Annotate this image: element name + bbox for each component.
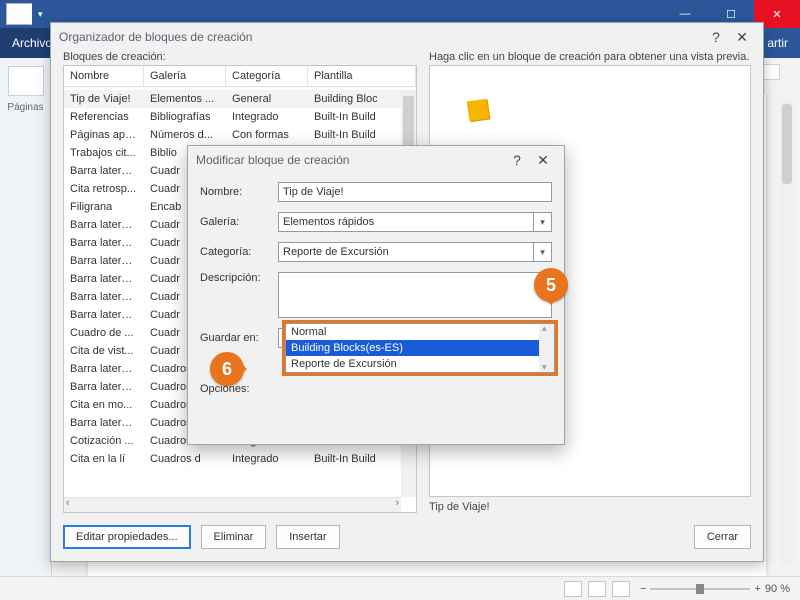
callout-6: 6 <box>210 352 244 386</box>
zoom-slider[interactable] <box>650 588 750 590</box>
gallery-select[interactable]: Elementos rápidos▾ <box>278 212 552 232</box>
status-bar: − + 90 % <box>0 576 800 600</box>
chevron-down-icon[interactable]: ▾ <box>533 243 551 261</box>
chevron-down-icon[interactable]: ▾ <box>533 213 551 231</box>
preview-label: Haga clic en un bloque de creación para … <box>429 51 751 63</box>
description-input[interactable] <box>278 272 552 318</box>
qat-chevron-icon[interactable]: ▾ <box>38 9 43 20</box>
dropdown-option[interactable]: Building Blocks(es-ES) <box>286 340 554 356</box>
zoom-out-button[interactable]: − <box>640 583 646 595</box>
close-dialog-button[interactable]: Cerrar <box>694 525 751 549</box>
edit-properties-button[interactable]: Editar propiedades... <box>63 525 191 549</box>
navigation-pane: Páginas <box>0 58 52 576</box>
table-row[interactable]: ReferenciasBibliografíasIntegradoBuilt-I… <box>64 108 401 126</box>
page-thumbnail[interactable] <box>8 66 44 96</box>
nav-label: Páginas <box>7 102 43 113</box>
organizer-dialog-title: Organizador de bloques de creación <box>59 30 252 44</box>
view-print-icon[interactable] <box>588 581 606 597</box>
organizer-close-button[interactable]: ✕ <box>729 29 755 46</box>
organizer-list-label: Bloques de creación: <box>63 51 417 63</box>
preview-block-name: Tip de Viaje! <box>429 497 751 513</box>
label-gallery: Galería: <box>200 216 278 228</box>
col-template[interactable]: Plantilla <box>308 66 416 86</box>
table-row[interactable]: Cita en la líCuadros dIntegradoBuilt-In … <box>64 450 401 468</box>
save-icon[interactable] <box>6 3 32 25</box>
modify-close-button[interactable]: ✕ <box>530 152 556 169</box>
sticky-note-icon <box>467 99 490 122</box>
insert-button[interactable]: Insertar <box>276 525 339 549</box>
table-row[interactable]: Tip de Viaje!Elementos ...GeneralBuildin… <box>64 90 401 108</box>
col-category[interactable]: Categoría <box>226 66 308 86</box>
callout-5: 5 <box>534 268 568 302</box>
label-description: Descripción: <box>200 272 278 284</box>
table-row[interactable]: Páginas apil...Números d...Con formasBui… <box>64 126 401 144</box>
modify-dialog-title: Modificar bloque de creación <box>196 153 349 167</box>
dropdown-option[interactable]: Reporte de Excursión <box>286 356 554 372</box>
table-hscroll[interactable] <box>64 497 401 512</box>
organizer-help-button[interactable]: ? <box>703 29 729 45</box>
view-readmode-icon[interactable] <box>564 581 582 597</box>
label-name: Nombre: <box>200 186 278 198</box>
col-name[interactable]: Nombre <box>64 66 144 86</box>
view-web-icon[interactable] <box>612 581 630 597</box>
callout-frame: NormalBuilding Blocks(es-ES)Reporte de E… <box>282 320 558 376</box>
savein-dropdown-list[interactable]: NormalBuilding Blocks(es-ES)Reporte de E… <box>285 323 555 373</box>
delete-button[interactable]: Eliminar <box>201 525 267 549</box>
table-header[interactable]: Nombre Galería Categoría Plantilla <box>64 66 416 87</box>
modify-building-block-dialog: Modificar bloque de creación ? ✕ Nombre:… <box>187 145 565 445</box>
zoom-level[interactable]: 90 % <box>765 583 790 595</box>
modify-help-button[interactable]: ? <box>504 152 530 168</box>
label-options: Opciones: <box>200 383 278 395</box>
label-savein: Guardar en: <box>200 332 278 344</box>
dropdown-option[interactable]: Normal <box>286 324 554 340</box>
dropdown-scrollbar[interactable] <box>539 324 554 372</box>
zoom-in-button[interactable]: + <box>754 583 760 595</box>
vertical-scrollbar[interactable] <box>780 98 794 566</box>
category-select[interactable]: Reporte de Excursión▾ <box>278 242 552 262</box>
name-input[interactable]: Tip de Viaje! <box>278 182 552 202</box>
share-tab[interactable]: artir <box>767 28 788 58</box>
col-gallery[interactable]: Galería <box>144 66 226 86</box>
label-category: Categoría: <box>200 246 278 258</box>
